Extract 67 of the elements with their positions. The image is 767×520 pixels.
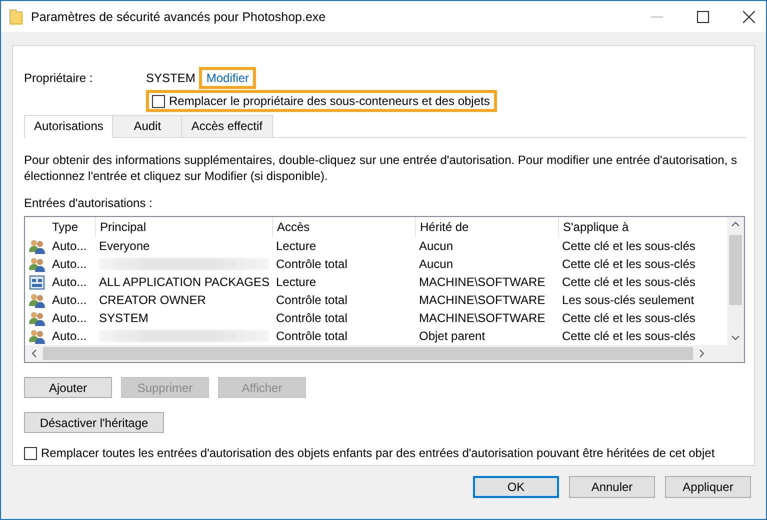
- dialog-button[interactable]: Annuler: [569, 476, 655, 498]
- scroll-up-icon[interactable]: [731, 221, 740, 227]
- tab[interactable]: Autorisations: [24, 115, 114, 138]
- checkbox[interactable]: [24, 446, 37, 460]
- table-cell-text: Auto...: [51, 239, 88, 253]
- users-icon: [29, 238, 45, 254]
- scroll-left-icon[interactable]: [31, 349, 37, 358]
- table-cell-text: Cette clé et les sous-clés: [561, 329, 696, 343]
- permission-list[interactable]: [24, 216, 745, 363]
- column-header[interactable]: Type: [49, 217, 95, 237]
- table-cell-text: MACHINE\SOFTWARE: [418, 275, 546, 289]
- users-icon: [29, 310, 45, 326]
- table-cell-text: Auto...: [51, 293, 88, 307]
- users-icon: [29, 328, 45, 344]
- maximize-icon[interactable]: [697, 10, 709, 22]
- close-icon[interactable]: [743, 10, 755, 22]
- column-header[interactable]: Principal: [95, 217, 272, 237]
- users-icon: [29, 256, 45, 272]
- table-cell-text: Cette clé et les sous-clés: [561, 257, 696, 271]
- table-cell-text: Auto...: [51, 275, 88, 289]
- dialog-button[interactable]: OK: [473, 476, 559, 498]
- folder-icon: [9, 8, 23, 24]
- entries-label: Entrées d'autorisations :: [24, 196, 154, 210]
- table-cell-text: Auto...: [51, 311, 88, 325]
- dialog-button[interactable]: Appliquer: [665, 476, 751, 498]
- table-cell: SYSTEM: [99, 311, 148, 325]
- table-cell-text: Objet parent: [418, 329, 486, 343]
- table-cell-text: Aucun: [418, 239, 454, 253]
- package-icon: [29, 274, 45, 290]
- table-cell-text: MACHINE\SOFTWARE: [418, 293, 546, 307]
- table-cell-text: Contrôle total: [275, 311, 348, 325]
- scroll-down-icon[interactable]: [731, 335, 740, 341]
- table-cell-text: Auto...: [51, 257, 88, 271]
- owner-value: SYSTEM: [146, 71, 196, 85]
- table-cell: CREATOR OWNER: [99, 293, 206, 307]
- table-cell: Everyone: [99, 239, 150, 253]
- table-cell-text: Lecture: [275, 239, 318, 253]
- checkbox-label: Remplacer toutes les entrées d'autorisation des objets enfants par des entrées d'autorisation pouvant être héritées de cet objet: [41, 446, 715, 460]
- action-button[interactable]: Ajouter: [24, 377, 112, 398]
- tab[interactable]: Accès effectif: [181, 115, 273, 137]
- table-cell-text: Contrôle total: [275, 293, 348, 307]
- info-text: Pour obtenir des informations supplémentaires, double-cliquez sur une entrée d'autorisation. Pour modifier une entrée d'autorisation, s électionnez l'entrée et cliquez sur Modifier (si disponible).: [24, 152, 738, 184]
- table-cell-text: Aucun: [418, 257, 454, 271]
- column-header[interactable]: Hérité de: [415, 217, 558, 237]
- table-cell-text: Contrôle total: [275, 329, 348, 343]
- column-header[interactable]: Accès: [272, 217, 415, 237]
- checkbox-label: Remplacer le propriétaire des sous-conteneurs et des objets: [169, 94, 490, 108]
- table-cell-text: Cette clé et les sous-clés: [561, 239, 696, 253]
- modify-link[interactable]: Modifier: [199, 67, 256, 89]
- table-cell-text: Cette clé et les sous-clés: [561, 275, 696, 289]
- tab[interactable]: Audit: [112, 115, 182, 137]
- owner-label: Propriétaire :: [24, 71, 94, 85]
- table-cell-text: Lecture: [275, 275, 318, 289]
- users-icon: [29, 292, 45, 308]
- table-cell-text: MACHINE\SOFTWARE: [418, 311, 546, 325]
- horizontal-scrollbar[interactable]: [25, 345, 744, 362]
- checkbox[interactable]: [152, 94, 165, 108]
- table-cell-text: Auto...: [51, 329, 88, 343]
- table-cell-text: Cette clé et les sous-clés: [561, 311, 696, 325]
- replace-owner-option[interactable]: Remplacer le propriétaire des sous-conteneurs et des objets: [146, 90, 497, 112]
- disable-inheritance-button[interactable]: Désactiver l'héritage: [24, 412, 164, 433]
- table-cell: ALL APPLICATION PACKAGES: [99, 275, 270, 289]
- scroll-right-icon[interactable]: [699, 349, 705, 358]
- window-title: Paramètres de sécurité avancés pour Photoshop.exe: [31, 10, 327, 24]
- vertical-scrollbar[interactable]: [727, 217, 744, 345]
- table-cell-text: Contrôle total: [275, 257, 348, 271]
- table-cell-text: Les sous-clés seulement: [561, 293, 696, 307]
